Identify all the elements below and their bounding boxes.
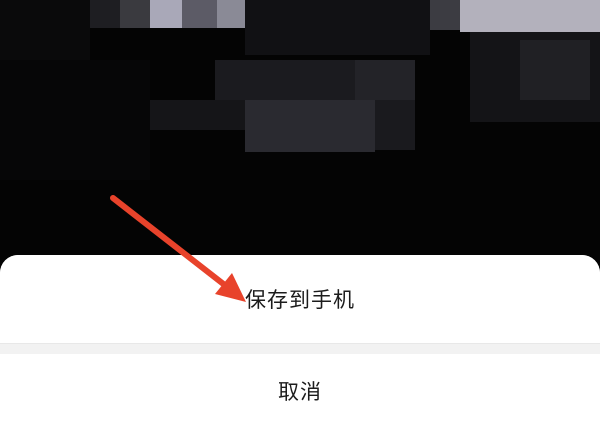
cancel-button[interactable]: 取消 — [0, 354, 600, 427]
action-sheet: 保存到手机 取消 — [0, 255, 600, 427]
mosaic-block — [217, 0, 245, 28]
mosaic-block — [245, 0, 430, 55]
mosaic-block — [120, 0, 150, 28]
mosaic-block — [182, 0, 217, 28]
mosaic-block — [245, 100, 375, 152]
pixelated-background-image — [0, 0, 600, 260]
mosaic-block — [460, 0, 600, 32]
mosaic-block — [430, 0, 460, 30]
mosaic-block — [90, 0, 120, 28]
screen: 保存到手机 取消 — [0, 0, 600, 427]
mosaic-block — [375, 100, 415, 150]
mosaic-block — [0, 60, 150, 180]
mosaic-block — [0, 0, 90, 60]
mosaic-block — [355, 60, 415, 100]
mosaic-block — [215, 60, 355, 100]
mosaic-block — [520, 40, 590, 100]
mosaic-block — [150, 0, 182, 28]
sheet-divider — [0, 343, 600, 354]
mosaic-block — [150, 100, 245, 130]
save-to-phone-button[interactable]: 保存到手机 — [0, 255, 600, 343]
